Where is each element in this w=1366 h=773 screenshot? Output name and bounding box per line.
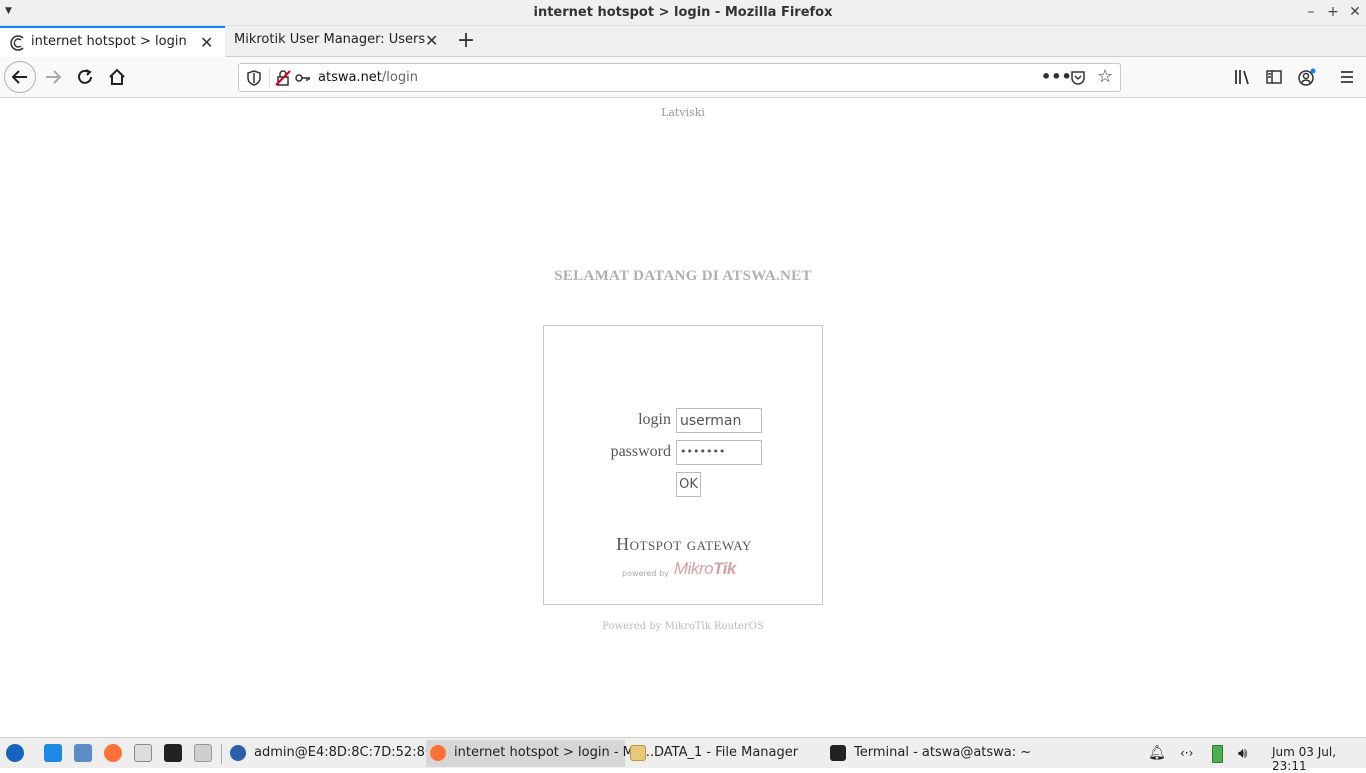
whisker-menu-icon[interactable]	[6, 744, 24, 762]
tab-hotspot-login[interactable]: internet hotspot > login ✕	[0, 26, 225, 58]
battery-icon[interactable]	[1212, 745, 1223, 763]
maximize-icon[interactable]: +	[1324, 3, 1342, 21]
powered-by-text: powered by	[622, 569, 669, 578]
hotspot-favicon-icon	[10, 35, 24, 51]
routeros-footer: Powered by MikroTik RouterOS	[602, 621, 764, 632]
tab-label: internet hotspot > login	[31, 34, 187, 49]
home-icon	[109, 68, 125, 85]
reload-button[interactable]	[70, 62, 100, 92]
login-input[interactable]	[676, 408, 762, 433]
forward-arrow-icon	[46, 70, 62, 84]
terminal-icon	[830, 745, 846, 761]
urlbar-divider	[269, 68, 270, 88]
sidebar-icon[interactable]	[1266, 69, 1282, 85]
web-page: Latviski SELAMAT DATANG DI ATSWA.NET log…	[0, 98, 1366, 737]
minimize-icon[interactable]: –	[1302, 3, 1320, 21]
tab-label: Mikrotik User Manager: Users	[234, 32, 426, 47]
close-tab-icon[interactable]: ✕	[200, 33, 213, 52]
task-firefox[interactable]: internet hotspot > login - Mo...	[426, 740, 654, 767]
login-label: login	[638, 411, 671, 428]
task-terminal[interactable]: Terminal - atswa@atswa: ~	[826, 740, 1031, 767]
task-winbox[interactable]: admin@E4:8D:8C:7D:52:86 (...	[226, 740, 455, 767]
volume-icon[interactable]: 🔊︎	[1238, 744, 1247, 762]
reload-icon	[78, 69, 92, 84]
login-box: login password ••••••• OK Hotspot gatewa…	[543, 325, 823, 605]
teamviewer-icon[interactable]	[44, 744, 62, 762]
forward-button[interactable]	[38, 62, 68, 92]
task-label: Terminal - atswa@atswa: ~	[854, 745, 1032, 760]
back-button[interactable]	[4, 61, 36, 93]
terminal-launcher-icon[interactable]	[164, 744, 182, 762]
ok-button[interactable]: OK	[676, 472, 701, 497]
tab-bar: internet hotspot > login ✕ Mikrotik User…	[0, 26, 1366, 58]
hamburger-menu-icon[interactable]	[1339, 69, 1355, 85]
network-icon[interactable]: ‹·›	[1180, 746, 1193, 760]
notification-bell-icon[interactable]: 🔔︎	[1148, 745, 1166, 761]
new-tab-button[interactable]: +	[452, 28, 480, 54]
task-file-manager[interactable]: DATA_1 - File Manager	[626, 740, 824, 767]
taskbar-separator	[221, 744, 222, 764]
winbox-icon	[230, 745, 246, 761]
pocket-icon[interactable]	[1070, 70, 1086, 86]
key-icon[interactable]	[295, 72, 311, 84]
task-label: admin@E4:8D:8C:7D:52:86 (...	[254, 745, 455, 760]
text-editor-icon[interactable]	[134, 744, 152, 762]
window-title: internet hotspot > login - Mozilla Firef…	[533, 5, 833, 20]
firefox-icon	[430, 745, 446, 761]
firefox-launcher-icon[interactable]	[104, 744, 122, 762]
hotspot-gateway-title: Hotspot gateway	[616, 534, 752, 554]
url-bar[interactable]: atswa.net/login ••• ☆	[238, 63, 1121, 92]
page-actions-icon[interactable]: •••	[1041, 67, 1072, 86]
back-arrow-icon	[11, 70, 27, 84]
bookmark-star-icon[interactable]: ☆	[1097, 66, 1113, 87]
tab-user-manager[interactable]: Mikrotik User Manager: Users ✕	[225, 26, 450, 57]
tracking-shield-icon[interactable]	[247, 70, 261, 86]
home-button[interactable]	[102, 62, 132, 92]
navigation-toolbar: atswa.net/login ••• ☆	[0, 57, 1366, 98]
language-link[interactable]: Latviski	[0, 106, 1366, 119]
file-manager-launcher-icon[interactable]	[194, 744, 212, 762]
task-label: internet hotspot > login - Mo...	[454, 745, 655, 760]
url-text[interactable]: atswa.net/login	[318, 70, 418, 85]
folder-icon	[630, 745, 646, 761]
clock[interactable]: Jum 03 Jul, 23:11	[1272, 745, 1366, 773]
task-label: DATA_1 - File Manager	[654, 745, 799, 760]
mikrotik-logo: MikroTik	[674, 559, 736, 578]
account-icon[interactable]	[1298, 68, 1316, 86]
password-input[interactable]: •••••••	[676, 440, 762, 465]
welcome-heading: SELAMAT DATANG DI ATSWA.NET	[554, 268, 812, 284]
window-titlebar: ▼ internet hotspot > login - Mozilla Fir…	[0, 0, 1366, 26]
desktop-icon[interactable]	[74, 744, 92, 762]
insecure-lock-icon[interactable]	[275, 70, 291, 86]
password-label: password	[610, 443, 671, 460]
library-icon[interactable]	[1234, 69, 1251, 85]
close-window-icon[interactable]: ✕	[1346, 3, 1364, 21]
taskbar: admin@E4:8D:8C:7D:52:86 (... internet ho…	[0, 737, 1366, 773]
close-tab-icon[interactable]: ✕	[425, 31, 438, 50]
